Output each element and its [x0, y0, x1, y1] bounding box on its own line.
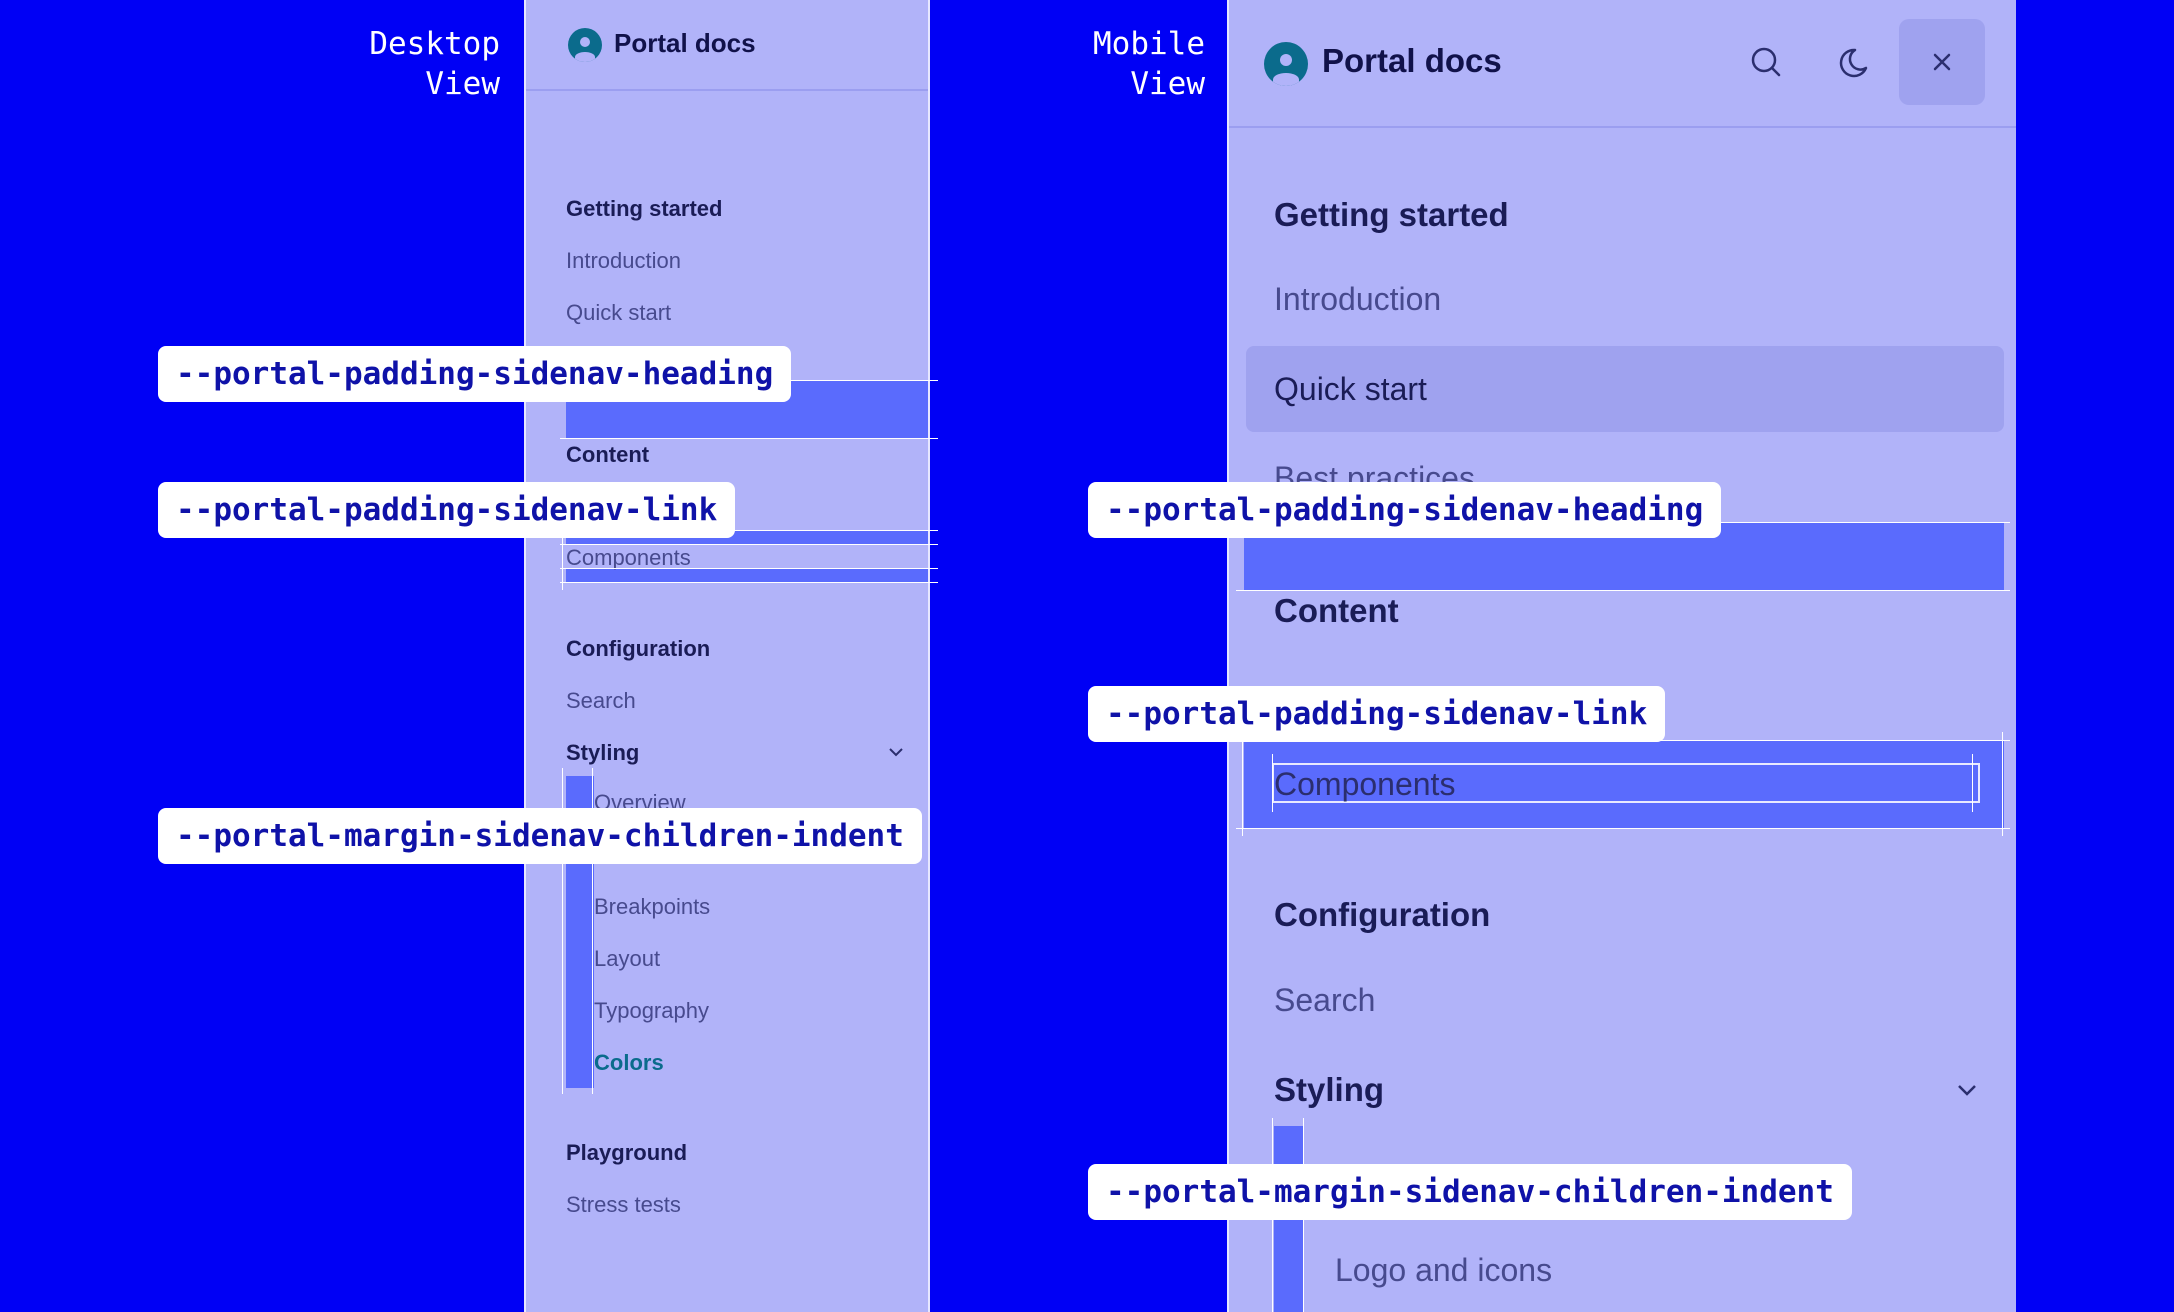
guide-line	[1236, 590, 2010, 591]
guide-line	[560, 568, 938, 569]
nav-link-search[interactable]: Search	[566, 688, 636, 714]
portal-logo-icon	[1264, 42, 1308, 86]
nav-link-introduction[interactable]: Introduction	[1274, 281, 1441, 318]
label-heading-padding-mobile: --portal-padding-sidenav-heading	[1088, 482, 1722, 538]
nav-link-quick-start[interactable]: Quick start	[566, 300, 671, 326]
section-heading-styling[interactable]: Styling	[1274, 1071, 1384, 1109]
mobile-view-title: Mobile View	[1035, 24, 1205, 104]
brand-title[interactable]: Portal docs	[1322, 42, 1502, 80]
moon-icon[interactable]	[1828, 32, 1888, 92]
section-heading-content: Content	[1274, 592, 1399, 629]
guide-line	[560, 544, 938, 545]
chevron-down-icon[interactable]	[886, 742, 906, 762]
desktop-sidenav: Portal docs Getting started Introduction…	[524, 0, 930, 1312]
nav-child-layout[interactable]: Layout	[594, 946, 660, 972]
header-divider	[526, 89, 928, 91]
section-heading-playground: Playground	[566, 1140, 688, 1165]
desktop-view-title-line2: View	[425, 66, 500, 102]
guide-line	[560, 438, 938, 439]
portal-logo-icon	[568, 28, 602, 62]
nav-link-introduction[interactable]: Introduction	[566, 248, 681, 274]
nav-link-stress-tests[interactable]: Stress tests	[566, 1192, 681, 1218]
section-heading-styling[interactable]: Styling	[566, 740, 639, 766]
nav-link-quick-start[interactable]: Quick start	[1274, 371, 1427, 408]
section-heading-getting-started: Getting started	[1274, 196, 1509, 233]
label-link-padding-desktop: --portal-padding-sidenav-link	[158, 482, 736, 538]
mobile-view-title-line1: Mobile	[1093, 26, 1205, 62]
nav-child-typography[interactable]: Typography	[594, 998, 709, 1024]
guide-line	[1236, 828, 2010, 829]
guide-line	[1972, 754, 1973, 812]
mobile-sidenav: Portal docs Getting started Introduction…	[1227, 0, 2016, 1312]
close-icon	[1933, 53, 1951, 71]
desktop-view-title: Desktop View	[330, 24, 500, 104]
nav-link-search[interactable]: Search	[1274, 982, 1375, 1019]
nav-child-logo-and-icons[interactable]: Logo and icons	[1335, 1252, 1552, 1289]
brand-title[interactable]: Portal docs	[614, 28, 756, 59]
label-children-indent-desktop: --portal-margin-sidenav-children-indent	[158, 808, 922, 864]
guide-line	[1242, 732, 1243, 836]
header-divider	[1229, 126, 2016, 128]
nav-link-components[interactable]: Components	[1274, 766, 1455, 803]
label-children-indent-mobile: --portal-margin-sidenav-children-indent	[1088, 1164, 1852, 1220]
section-heading-configuration: Configuration	[1274, 896, 1491, 933]
guide-line	[2002, 732, 2003, 836]
search-icon[interactable]	[1736, 32, 1796, 92]
section-heading-content: Content	[566, 442, 650, 467]
desktop-view-title-line1: Desktop	[369, 26, 500, 62]
mobile-view-title-line2: View	[1130, 66, 1205, 102]
label-link-padding-mobile: --portal-padding-sidenav-link	[1088, 686, 1666, 742]
chevron-down-icon[interactable]	[1953, 1076, 1981, 1104]
guide-line	[560, 582, 938, 583]
label-heading-padding-desktop: --portal-padding-sidenav-heading	[158, 346, 792, 402]
nav-child-colors[interactable]: Colors	[594, 1050, 664, 1076]
nav-child-breakpoints[interactable]: Breakpoints	[594, 894, 710, 920]
section-heading-configuration: Configuration	[566, 636, 711, 661]
section-heading-getting-started: Getting started	[566, 196, 723, 221]
close-button[interactable]	[1899, 19, 1985, 105]
guide-line	[1272, 754, 1273, 812]
